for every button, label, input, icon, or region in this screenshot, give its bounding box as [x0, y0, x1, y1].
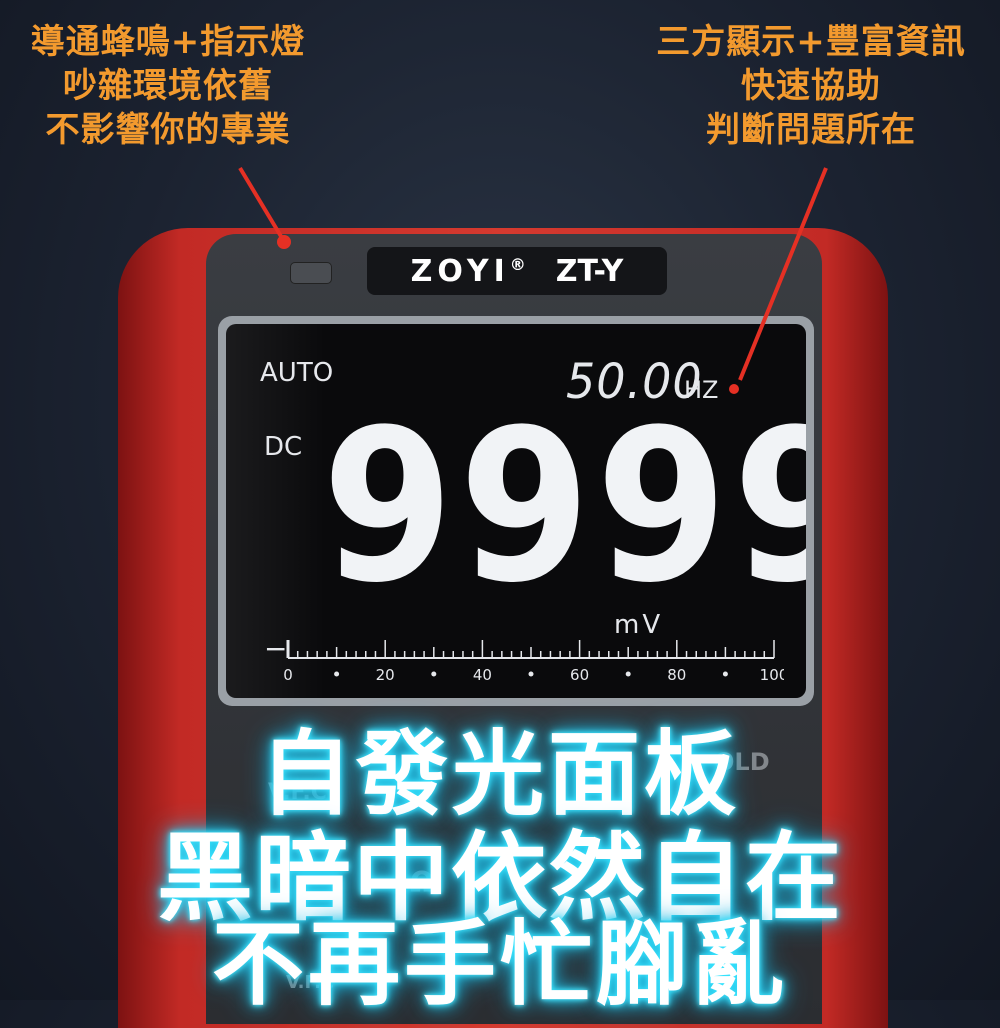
- right-pointer-line: [738, 167, 828, 381]
- left-pointer-line: [238, 166, 284, 240]
- banner-line-3: 不再手忙腳亂: [211, 911, 788, 1018]
- left-pointer-dot: [277, 235, 291, 249]
